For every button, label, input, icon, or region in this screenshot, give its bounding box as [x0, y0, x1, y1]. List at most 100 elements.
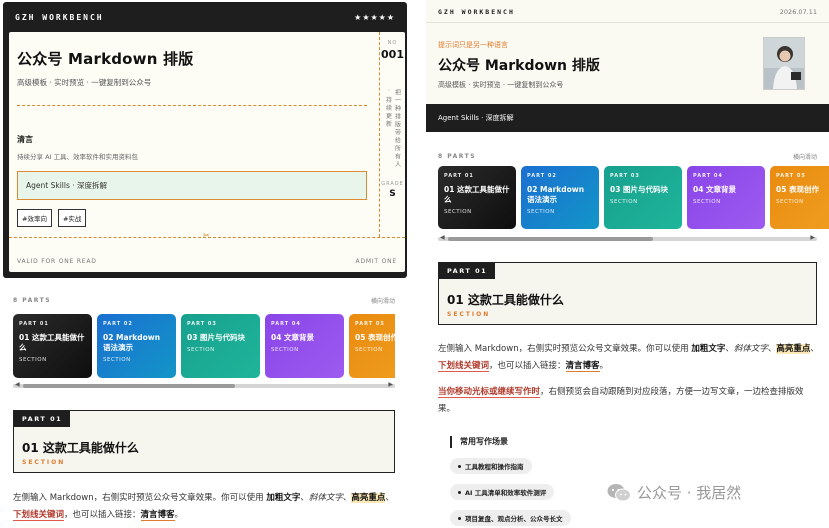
- card-title: 05 表现创作: [776, 185, 820, 194]
- card-part-label: PART 03: [610, 173, 640, 179]
- app-root: GZH WORKBENCH ★★★★★ 公众号 Markdown 排版 高级模板…: [0, 0, 829, 528]
- blog-link[interactable]: 清言博客: [565, 361, 600, 372]
- ticket-body: 公众号 Markdown 排版 高级模板 · 实时预览 · 一键复制到公众号 清…: [9, 32, 405, 272]
- underline-text: 下划线关键词: [438, 361, 490, 372]
- ticket-no-label: NO: [387, 40, 398, 46]
- italic-text: 斜体文字: [733, 344, 768, 354]
- scroll-right-icon[interactable]: ▶: [388, 381, 393, 388]
- part-card-5[interactable]: PART 05 05 表现创作 SECTION: [349, 314, 395, 378]
- text: 、: [300, 493, 309, 503]
- rating-stars: ★★★★★: [354, 12, 395, 22]
- intro-paragraph: 左侧输入 Markdown，右侧实时预览公众号文章效果。你可以使用 加粗文字、斜…: [13, 490, 398, 524]
- section-subtitle: SECTION: [22, 459, 66, 466]
- part-card-3[interactable]: PART 03 03 图片与代码块 SECTION: [604, 166, 682, 229]
- card-title: 01 这款工具能做什么: [444, 185, 510, 204]
- watermark-text: 公众号 · 我居然: [637, 484, 742, 502]
- author-avatar: [763, 37, 805, 90]
- preview-scroll-left-icon[interactable]: ◀: [440, 234, 445, 241]
- card-part-label: PART 01: [444, 173, 474, 179]
- parts-count-label: 8 PARTS: [13, 297, 52, 304]
- preview-part-cards-carousel[interactable]: PART 01 01 这款工具能做什么 SECTION PART 02 02 Markd…: [438, 166, 829, 229]
- text: 、: [725, 344, 734, 354]
- preview-intro-paragraph: 左侧输入 Markdown，右侧实时预览公众号文章效果。你可以使用 加粗文字、斜…: [438, 341, 819, 375]
- preview-header: GZH WORKBENCH 2026.07.11 提示词只是另一种语言 公众号 …: [426, 0, 829, 104]
- carousel-scrollbar[interactable]: ◀ ▶: [13, 381, 395, 388]
- ticket-header: GZH WORKBENCH ★★★★★: [3, 2, 407, 32]
- preview-subtitle: 高级模板 · 实时预览 · 一键复制到公众号: [438, 81, 564, 89]
- preview-scrollbar-thumb[interactable]: [448, 237, 653, 241]
- card-section-label: SECTION: [355, 347, 383, 353]
- card-part-label: PART 05: [776, 173, 806, 179]
- preview-section-title: 01 这款工具能做什么: [447, 293, 564, 307]
- preview-section-part-tag: PART 01: [439, 263, 496, 279]
- swipe-hint: 横向滑动: [370, 298, 395, 305]
- card-part-label: PART 01: [19, 321, 49, 327]
- card-title: 04 文章背景: [271, 333, 315, 342]
- card-title: 01 这款工具能做什么: [19, 333, 85, 352]
- text: 、: [385, 493, 394, 503]
- chip-label: AI 工具清单和效率软件测评: [465, 489, 547, 497]
- card-section-label: SECTION: [610, 199, 638, 205]
- part-card-2[interactable]: PART 02 02 Markdown 语法演示 SECTION: [521, 166, 599, 229]
- scrollbar-thumb[interactable]: [23, 384, 235, 388]
- scenario-chip: 工具教程和操作指南: [450, 458, 532, 474]
- text: ，也可以插入链接：: [64, 510, 141, 520]
- part-card-1[interactable]: PART 01 01 这款工具能做什么 SECTION: [13, 314, 92, 378]
- section-title: 01 这款工具能做什么: [22, 441, 139, 455]
- tag-list: #效率向 #实战: [17, 209, 370, 227]
- highlight-text: 高亮重点: [776, 344, 811, 354]
- ticket-brand: GZH WORKBENCH: [15, 12, 104, 22]
- card-title: 03 图片与代码块: [187, 333, 246, 342]
- part-card-3[interactable]: PART 03 03 图片与代码块 SECTION: [181, 314, 260, 378]
- section-header: PART 01 01 这款工具能做什么 SECTION: [13, 410, 395, 473]
- underline-text: 当你移动光标或继续写作时: [438, 387, 541, 398]
- card-section-label: SECTION: [776, 199, 804, 205]
- agent-skills-box: Agent Skills · 深度拆解: [17, 171, 367, 200]
- tag-chip[interactable]: #实战: [57, 209, 87, 227]
- card-title: 05 表现创作: [355, 333, 395, 342]
- preview-section-header: PART 01 01 这款工具能做什么 SECTION: [438, 262, 817, 325]
- section-part-tag: PART 01: [14, 411, 71, 427]
- preview-date: 2026.07.11: [779, 8, 817, 16]
- agent-skills-bar: Agent Skills · 深度拆解: [426, 104, 829, 132]
- text: 左侧输入 Markdown，右侧实时预览公众号文章效果。你可以使用: [13, 493, 267, 503]
- author-description: 持续分享 AI 工具、效率软件和实用资料包: [17, 153, 138, 161]
- card-title: 02 Markdown 语法演示: [527, 185, 585, 204]
- text: 、: [810, 344, 819, 354]
- preview-tagline: 提示词只是另一种语言: [438, 41, 508, 49]
- tag-chip[interactable]: #效率向: [17, 209, 52, 227]
- author-name: 清言: [17, 135, 33, 144]
- card-section-label: SECTION: [187, 347, 215, 353]
- highlight-text: 高亮重点: [351, 493, 386, 503]
- ticket-stub: NO 001 把一种排版带给所有人 · 持续更新 GRADE S: [379, 32, 405, 237]
- card-section-label: SECTION: [103, 357, 131, 363]
- part-cards-carousel[interactable]: PART 01 01 这款工具能做什么 SECTION PART 02 02 Markd…: [13, 314, 395, 378]
- scenario-chip: AI 工具清单和效率软件测评: [450, 484, 555, 500]
- part-card-1[interactable]: PART 01 01 这款工具能做什么 SECTION: [438, 166, 516, 229]
- scroll-left-icon[interactable]: ◀: [15, 381, 20, 388]
- card-title: 02 Markdown 语法演示: [103, 333, 161, 352]
- card-section-label: SECTION: [19, 357, 47, 363]
- part-card-4[interactable]: PART 04 04 文章背景 SECTION: [265, 314, 344, 378]
- chip-label: 项目复盘、观点分析、公众号长文: [465, 515, 563, 523]
- bold-text: 加粗文字: [266, 493, 301, 503]
- ticket-foot-right: ADMIT ONE: [355, 258, 397, 265]
- preview-swipe-hint: 横向滑动: [792, 154, 817, 161]
- preview-second-paragraph: 当你移动光标或继续写作时，右侧预览会自动跟随到对应段落，方便一边写文章，一边检查…: [438, 384, 819, 418]
- preview-scroll-right-icon[interactable]: ▶: [810, 234, 815, 241]
- preview-brand: GZH WORKBENCH: [438, 8, 515, 16]
- bold-text: 加粗文字: [691, 344, 726, 354]
- underline-text: 下划线关键词: [13, 510, 65, 521]
- wechat-icon: [607, 484, 631, 502]
- card-part-label: PART 04: [693, 173, 723, 179]
- part-card-2[interactable]: PART 02 02 Markdown 语法演示 SECTION: [97, 314, 176, 378]
- preview-carousel-scrollbar[interactable]: ◀ ▶: [438, 234, 817, 241]
- part-card-4[interactable]: PART 04 04 文章背景 SECTION: [687, 166, 765, 229]
- scenario-list-title: 常用写作场景: [450, 436, 508, 448]
- grade-label: GRADE: [381, 181, 404, 187]
- blog-link[interactable]: 清言博客: [140, 510, 175, 521]
- part-card-5[interactable]: PART 05 05 表现创作 SECTION: [770, 166, 829, 229]
- card-title: 04 文章背景: [693, 185, 737, 194]
- text: 。: [174, 510, 184, 520]
- parts-header: 8 PARTS 横向滑动: [13, 296, 395, 305]
